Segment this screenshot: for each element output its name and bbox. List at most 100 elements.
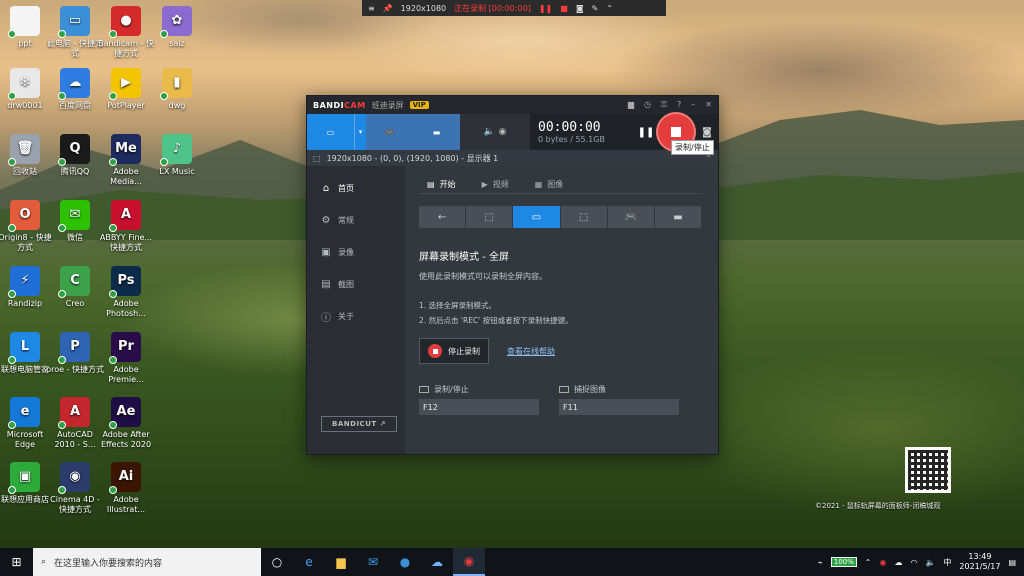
notification-icon[interactable]: ▤ — [1008, 558, 1016, 567]
device-mode-tab[interactable]: ▬ — [654, 206, 702, 228]
sidebar-item[interactable]: ▤ 截图 — [307, 268, 405, 300]
folder-icon: ▆ — [336, 555, 346, 569]
desktop-icon[interactable]: Q 腾讯QQ — [46, 134, 104, 177]
taskbar-app-explorer[interactable]: ▆ — [325, 548, 357, 576]
back-button[interactable]: ← — [419, 206, 466, 228]
clock-icon[interactable]: ◷ — [644, 100, 651, 110]
subtab[interactable]: ▦ 图像 — [535, 179, 564, 190]
desktop-icon[interactable]: Me Adobe Media... — [97, 134, 155, 187]
taskbar-clock[interactable]: 13:49 2021/5/17 — [959, 552, 1000, 572]
vip-badge[interactable]: VIP — [409, 101, 429, 109]
taskbar-search[interactable]: ⌕ 在这里输入你要搜索的内容 — [33, 548, 261, 576]
desktop-icon[interactable]: A ABBYY Fine... 快捷方式 — [97, 200, 155, 253]
battery-indicator[interactable]: 100% — [830, 557, 857, 567]
collapse-icon[interactable]: ⌃ — [606, 4, 613, 13]
desktop-icon[interactable]: ✿ saiz — [148, 6, 206, 49]
sidebar-item[interactable]: ⚙ 常规 — [307, 204, 405, 236]
device-mode-button[interactable]: ▬ — [413, 114, 460, 150]
hotkey-record-field[interactable]: F12 — [419, 399, 539, 415]
speaker-icon[interactable]: 🔈 — [483, 127, 494, 137]
online-help-link[interactable]: 查看在线帮助 — [507, 346, 555, 357]
stop-icon[interactable]: ■ — [560, 4, 568, 13]
desktop-icon[interactable]: ☁ 百度网盘 — [46, 68, 104, 111]
subtab[interactable]: ▤ 开始 — [427, 179, 456, 190]
help-icon[interactable]: ? — [677, 100, 681, 110]
camera-icon[interactable]: ◙ — [576, 4, 584, 13]
desktop-icon-label: LX Music — [159, 167, 195, 176]
fullscreen-mode-tab[interactable]: ▭ — [513, 206, 560, 228]
desktop-icon[interactable]: Ps Adobe Photosh... — [97, 266, 155, 319]
windows-logo-icon: ⊞ — [11, 555, 22, 569]
wifi-icon[interactable]: ◠ — [910, 558, 917, 567]
desktop-icon[interactable]: ◉ Cinema 4D - 快捷方式 — [46, 462, 104, 515]
desktop-icon[interactable]: ▮ dwg — [148, 68, 206, 111]
taskbar-app-lenovo[interactable]: ● — [389, 548, 421, 576]
fullscreen-mode-button[interactable]: ▭ — [307, 114, 354, 150]
game-mode-button[interactable]: 🎮 — [366, 114, 413, 150]
sidebar-item[interactable]: ▣ 录像 — [307, 236, 405, 268]
sidebar-item[interactable]: ⓘ 关于 — [307, 300, 405, 332]
webcam-mic-controls[interactable]: 🔈 ◉ — [460, 114, 530, 150]
desktop-icon-label: Adobe Premie... — [108, 365, 144, 384]
record-tray-icon[interactable]: ◉ — [879, 558, 886, 567]
hotkey-image-field[interactable]: F11 — [559, 399, 679, 415]
pin-icon[interactable]: 📌 — [383, 4, 393, 13]
mouse-area-mode-button[interactable]: ⬚ — [560, 206, 607, 228]
desktop-icon[interactable]: ♪ LX Music — [148, 134, 206, 177]
bandicut-button[interactable]: BANDICUT ↗ — [321, 416, 397, 432]
bandicam-brand-cn: 班迪录屏 — [371, 100, 404, 110]
menu-icon[interactable]: ≡ — [368, 4, 375, 13]
volume-icon[interactable]: 🔈 — [925, 558, 935, 567]
pause-icon[interactable]: ❚❚ — [539, 4, 552, 13]
plug-icon[interactable]: ⌁ — [818, 558, 823, 567]
mode-dropdown-button[interactable]: ▾ — [354, 114, 366, 150]
tray-arrow-icon[interactable]: ⌃ — [865, 558, 872, 567]
minimize-button[interactable]: – — [691, 100, 695, 110]
taskbar-app-mail[interactable]: ✉ — [357, 548, 389, 576]
desktop-icon[interactable]: ▭ 此电脑 - 快捷方式 — [46, 6, 104, 59]
app-icon: C — [58, 266, 90, 298]
taskbar-app-edge[interactable]: e — [293, 548, 325, 576]
app-icon: ✉ — [58, 200, 90, 232]
cloud-icon[interactable]: ☁ — [894, 558, 902, 567]
desktop-icon-label: dwg — [168, 101, 186, 110]
task-view-button[interactable]: ○ — [261, 548, 293, 576]
pencil-icon[interactable]: ✎ — [592, 4, 599, 13]
pause-button[interactable]: ❚❚ — [636, 114, 656, 150]
sidebar-item[interactable]: ⌂ 首页 — [307, 172, 405, 204]
rectangle-mode-button[interactable]: ⬚ — [466, 206, 513, 228]
recording-overlay-bar[interactable]: ≡ 📌 1920x1080 正在录制 [00:00:00] ❚❚ ■ ◙ ✎ ⌃ — [362, 0, 666, 16]
desktop-icon[interactable]: Ai Adobe Illustrat... — [97, 462, 155, 515]
desktop-icon[interactable]: Ae Adobe After Effects 2020 — [97, 397, 155, 450]
sidebar-label: 关于 — [338, 311, 354, 321]
desktop-icon[interactable]: ✉ 微信 — [46, 200, 104, 243]
desktop-icon-label: Adobe Photosh... — [106, 299, 146, 318]
taskbar-app-bandicam[interactable]: ◉ — [453, 548, 485, 576]
webcam-icon[interactable]: ◉ — [499, 127, 507, 137]
subtab[interactable]: ▶ 视频 — [482, 179, 509, 190]
game-mode-tab[interactable]: 🎮 — [607, 206, 654, 228]
desktop-icon[interactable]: A AutoCAD 2010 - S... — [46, 397, 104, 450]
desktop-icon[interactable]: ● Bandicam - 快捷方式 — [97, 6, 155, 59]
stop-recording-button[interactable]: 停止录制 — [419, 338, 489, 364]
bandicam-titlebar[interactable]: BANDICAM 班迪录屏 VIP ▆ ◷ ⚿ ? – ✕ — [307, 96, 718, 114]
subtab-label: 图像 — [547, 180, 564, 189]
monitor-icon: ▭ — [326, 127, 335, 137]
capture-area-info[interactable]: ⬚ 1920x1080 - (0, 0), (1920, 1080) - 显示器… — [307, 150, 718, 166]
close-button[interactable]: ✕ — [705, 100, 712, 110]
taskbar-app-baidu[interactable]: ☁ — [421, 548, 453, 576]
app-icon: L — [8, 332, 40, 364]
desktop-icon-label: PotPlayer — [107, 101, 145, 110]
desktop-icon[interactable]: ▶ PotPlayer — [97, 68, 155, 111]
lock-icon[interactable]: ⚿ — [661, 100, 667, 110]
desktop-icon[interactable]: Pr Adobe Premie... — [97, 332, 155, 385]
clock-date: 2021/5/17 — [959, 562, 1001, 571]
subtab-label: 开始 — [439, 180, 456, 189]
desktop-icon[interactable]: Pproe - 快捷方式 — [46, 332, 104, 375]
folder-icon[interactable]: ▆ — [628, 100, 634, 110]
baidu-cloud-icon: ☁ — [431, 555, 443, 569]
app-icon: ✿ — [160, 6, 192, 38]
start-button[interactable]: ⊞ — [0, 555, 33, 569]
ime-indicator[interactable]: 中 — [943, 557, 951, 568]
desktop-icon[interactable]: C Creo — [46, 266, 104, 309]
